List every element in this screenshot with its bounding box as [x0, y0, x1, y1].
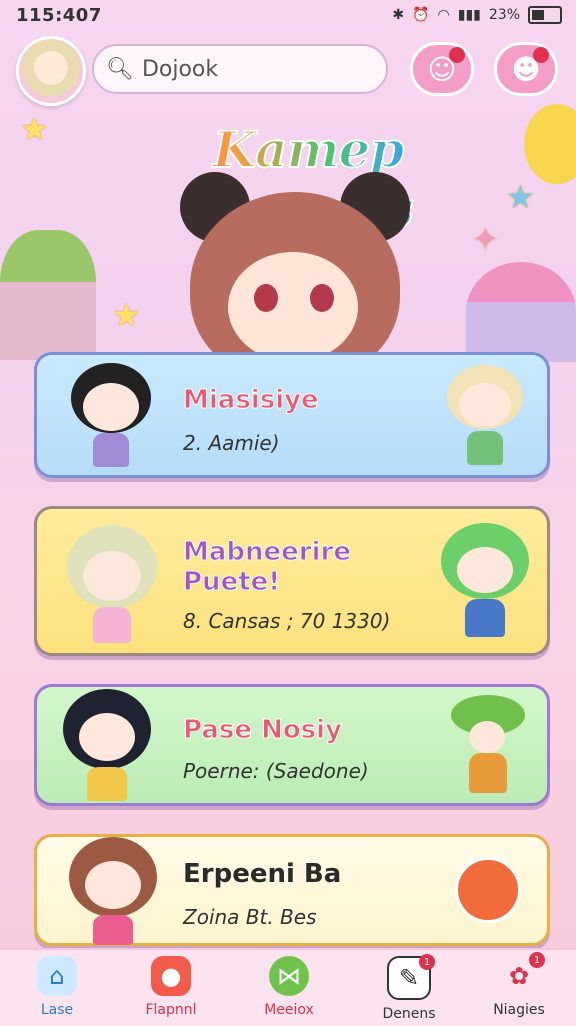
list-item[interactable]: Erpeeni Ba Zoina Bt. Bes — [34, 834, 550, 946]
notification-badge: 1 — [419, 954, 435, 970]
list-item[interactable]: Miasisiye 2. Aamie) — [34, 352, 550, 478]
card-title: Pase Nosiy — [182, 715, 343, 746]
character-image — [443, 365, 529, 469]
tab-meeiox[interactable]: ⋈ Meeiox — [244, 956, 334, 1018]
character-image — [59, 689, 155, 805]
sun-character — [524, 104, 576, 184]
battery-icon — [528, 6, 562, 24]
card-subtitle: 2. Aamie) — [183, 431, 280, 455]
tab-label: Denens — [382, 1006, 436, 1022]
status-time: 115:407 — [16, 5, 102, 26]
bluetooth-icon: ✱ — [392, 7, 405, 23]
decor-carousel — [466, 262, 576, 362]
signal-icon: ▮▮▮ — [457, 7, 481, 23]
character-image — [437, 523, 533, 641]
search-bar[interactable]: 🔍︎ Dojook — [92, 44, 388, 94]
card-title-line2: Puete! — [182, 567, 281, 598]
tab-lase[interactable]: ⌂ Lase — [12, 956, 102, 1018]
card-subtitle: 8. Cansas ; 70 1330) — [183, 609, 391, 633]
battery-percent: 23% — [488, 7, 520, 23]
bottom-nav: ⌂ Lase ● Flapnnl ⋈ Meeiox ✎ 1 Denens ✿ 1… — [0, 948, 576, 1026]
bow-icon: ⋈ — [269, 956, 309, 996]
star-icon: ★ — [112, 296, 141, 334]
notes-badge — [449, 47, 465, 63]
bell-icon: ✿ 1 — [499, 952, 545, 996]
tab-label: Niagies — [493, 1002, 545, 1018]
cat-icon: ● — [151, 956, 191, 996]
tab-label: Meeiox — [264, 1002, 314, 1018]
alarm-icon: ⏰ — [412, 7, 430, 23]
character-image — [65, 837, 161, 947]
tab-denens[interactable]: ✎ 1 Denens — [364, 954, 454, 1022]
card-subtitle: Poerne: (Saedone) — [183, 759, 369, 783]
card-title: Mabneerire — [183, 537, 352, 568]
star-icon: ★ — [20, 110, 49, 148]
tab-niagies[interactable]: ✿ 1 Niagies — [474, 952, 564, 1018]
status-icons: ✱ ⏰ ◠ ▮▮▮ 23% — [392, 6, 562, 24]
avatar[interactable] — [16, 36, 86, 106]
card-title: Erpeeni Ba — [183, 859, 342, 889]
tab-flapnnl[interactable]: ● Flapnnl — [126, 956, 216, 1018]
favorites-button[interactable]: ☻ — [494, 42, 558, 96]
status-bar: 115:407 ✱ ⏰ ◠ ▮▮▮ 23% — [0, 0, 576, 32]
wifi-icon: ◠ — [437, 7, 450, 23]
tab-label: Lase — [40, 1002, 74, 1018]
card-subtitle: Zoina Bt. Bes — [183, 905, 317, 929]
home-icon: ⌂ — [37, 956, 77, 996]
favorites-badge — [533, 47, 549, 63]
tab-label: Flapnnl — [145, 1002, 197, 1018]
character-image — [443, 695, 533, 799]
character-image — [63, 525, 161, 645]
card-title: Miasisiye — [183, 385, 320, 416]
star-icon: ★ — [506, 178, 535, 216]
search-icon: 🔍︎ — [106, 56, 134, 82]
list-item[interactable]: Mabneerire Puete! 8. Cansas ; 70 1330) — [34, 506, 550, 656]
food-icon — [455, 857, 521, 923]
character-image — [65, 363, 157, 471]
note-icon: ✎ 1 — [387, 954, 435, 1000]
search-input[interactable]: Dojook — [142, 57, 218, 82]
decor-house — [0, 230, 96, 360]
notes-button[interactable]: ☺ — [410, 42, 474, 96]
list-item[interactable]: Pase Nosiy Poerne: (Saedone) — [34, 684, 550, 806]
notification-badge: 1 — [529, 952, 545, 968]
